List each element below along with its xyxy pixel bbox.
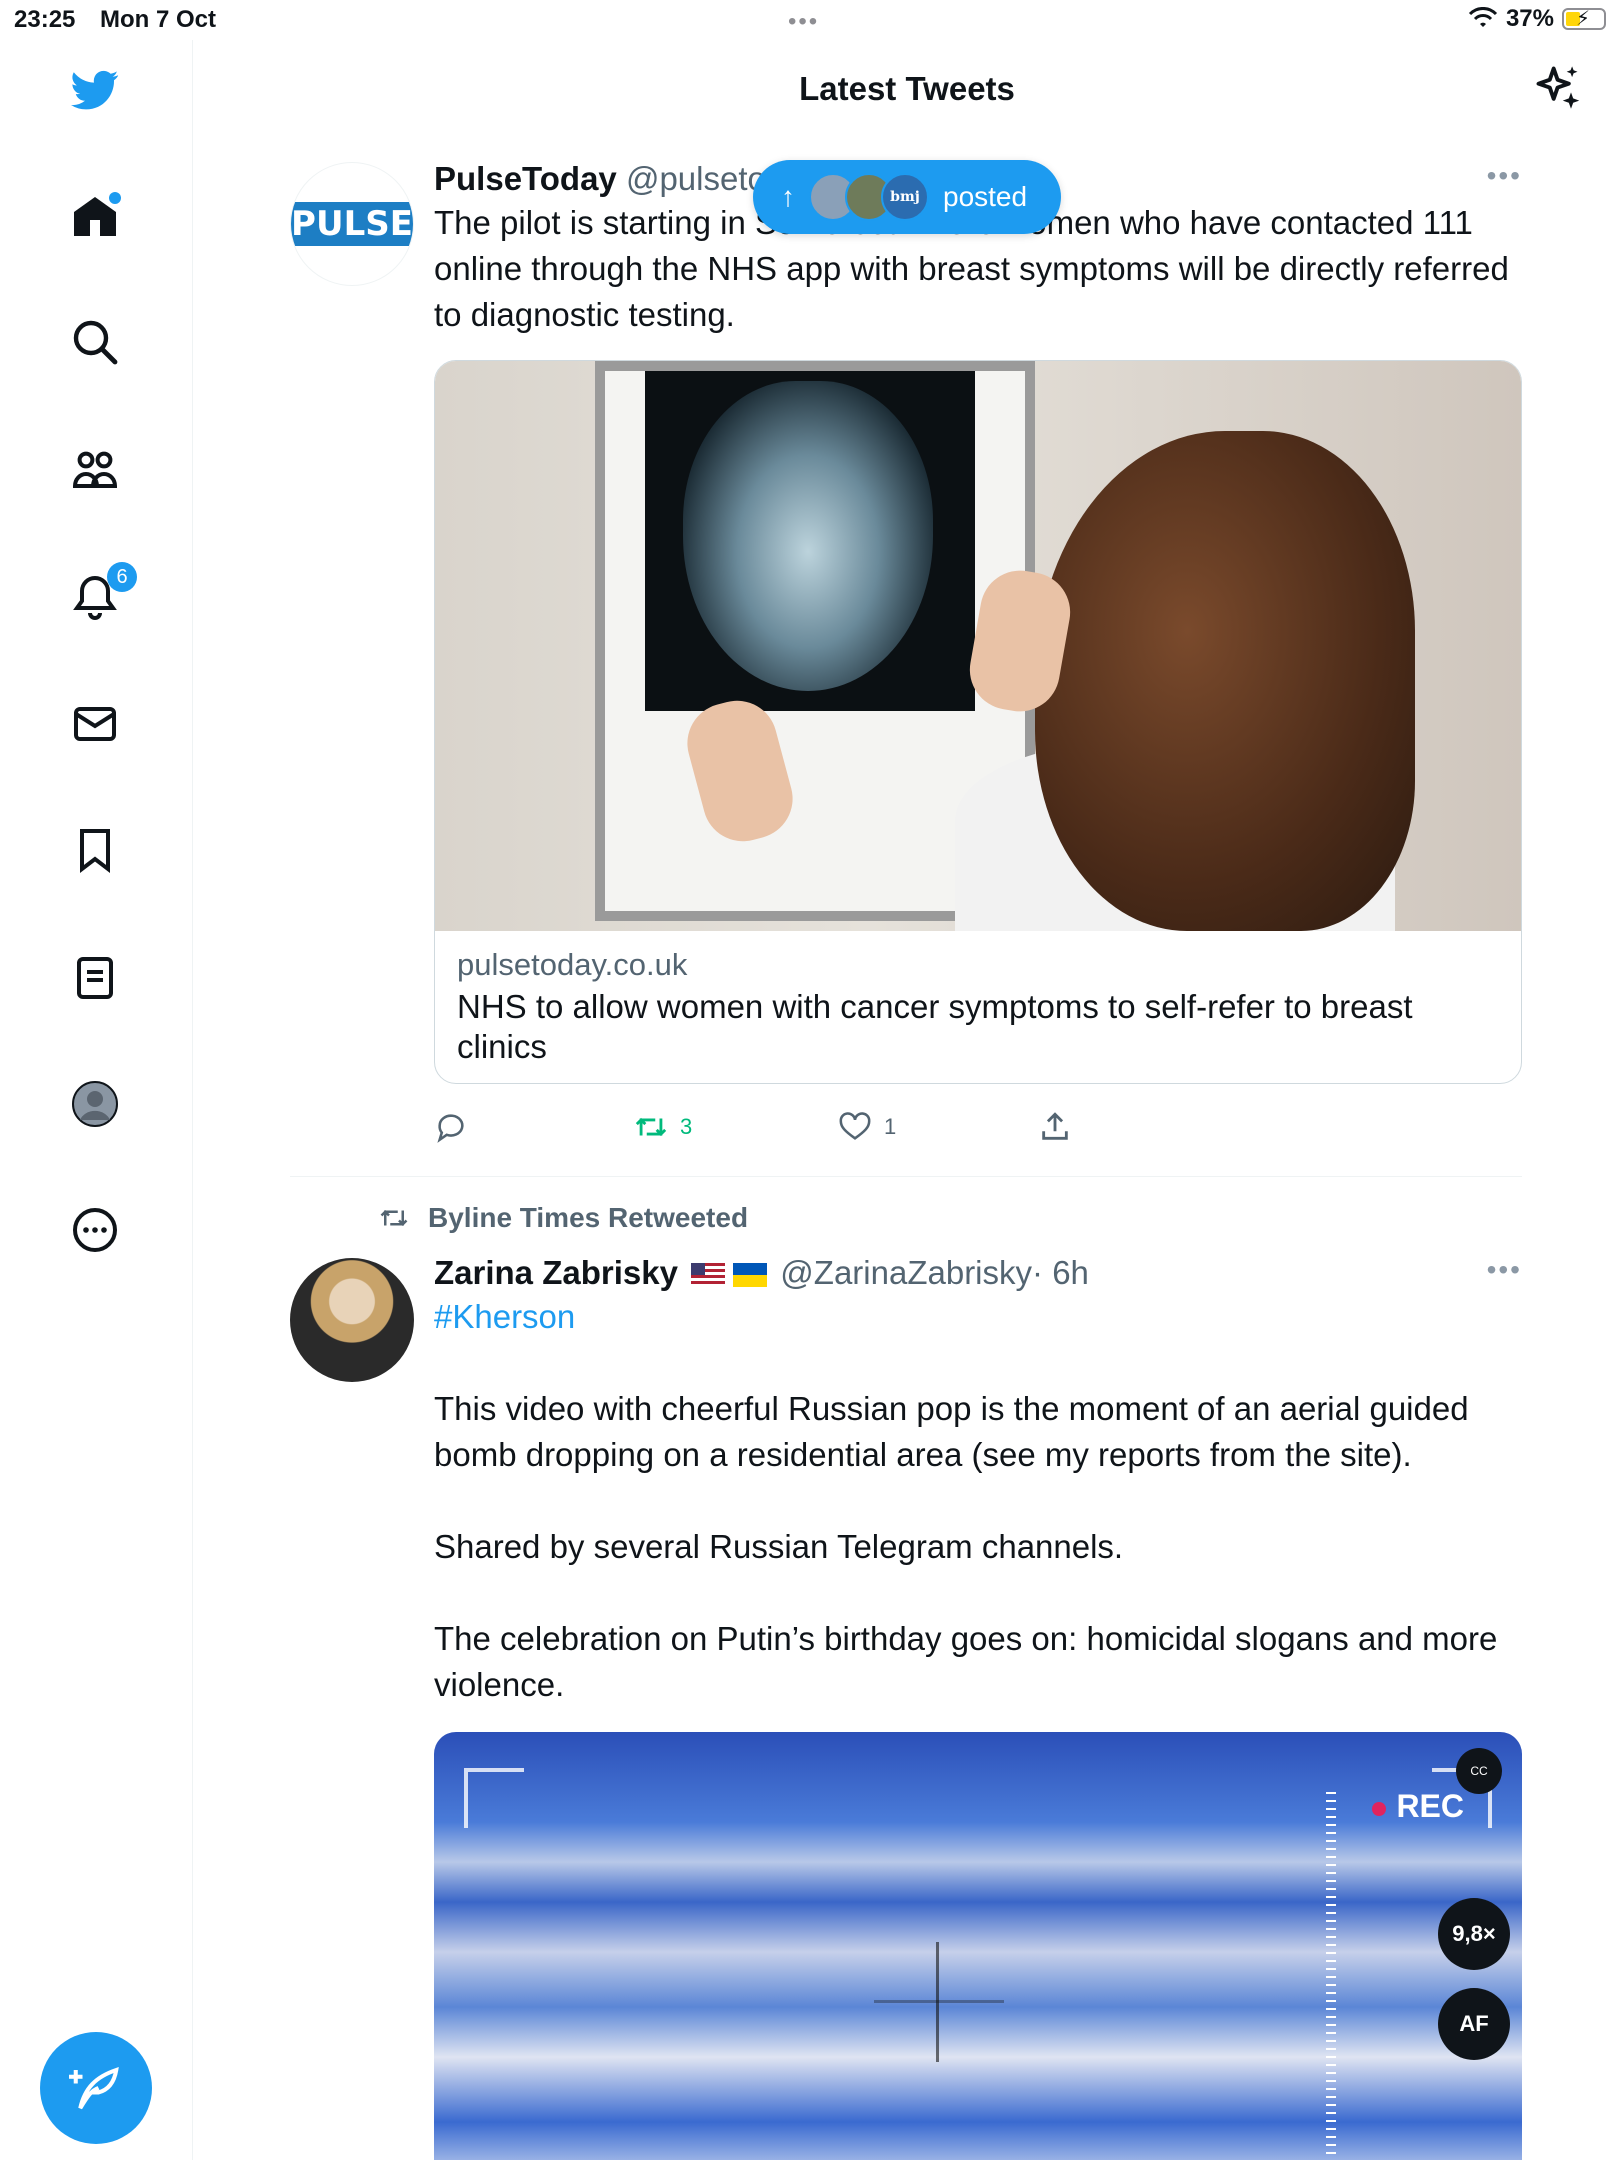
- bird-icon: [71, 70, 119, 110]
- search-icon: [73, 320, 118, 365]
- like-count: 1: [884, 1114, 897, 1139]
- zoom-scale: [1326, 1792, 1336, 2160]
- reply-icon: [437, 1114, 464, 1143]
- tweet-paragraph: Shared by several Russian Telegram chann…: [434, 1528, 1124, 1565]
- status-right: 37% ⚡: [1468, 5, 1606, 33]
- tweet-header: Zarina Zabrisky @ZarinaZabrisky· 6h: [434, 1254, 1522, 1292]
- avatar: bmj: [881, 173, 929, 221]
- sidebar-item-profile[interactable]: [55, 1064, 135, 1144]
- status-date: Mon 7 Oct: [100, 6, 217, 33]
- af-label: AF: [1438, 1988, 1510, 2060]
- sidebar-item-explore[interactable]: [55, 302, 135, 382]
- card-title: NHS to allow women with cancer symptoms …: [457, 988, 1413, 1065]
- captions-button[interactable]: CC: [1456, 1748, 1502, 1794]
- multitasking-dots-icon[interactable]: •••: [788, 8, 819, 36]
- handle[interactable]: @pulseto: [626, 160, 766, 197]
- sidebar-item-home[interactable]: [55, 176, 135, 256]
- heart-icon: [839, 1112, 871, 1140]
- us-flag-icon: [691, 1263, 726, 1288]
- avatar-icon: [72, 1081, 118, 1127]
- wifi-icon: [1468, 7, 1498, 27]
- sidebar-item-communities[interactable]: [55, 430, 135, 510]
- pulse-logo: PULSE: [291, 202, 413, 246]
- mail-icon: [74, 707, 116, 741]
- retweet-icon: [380, 1209, 408, 1227]
- tweet-paragraph: This video with cheerful Russian pop is …: [434, 1390, 1469, 1473]
- status-bar: 23:25 Mon 7 Oct ••• 37% ⚡: [0, 0, 1620, 40]
- list-icon: [77, 957, 113, 999]
- arrow-up-icon: ↑: [781, 181, 795, 212]
- status-time: 23:25: [14, 6, 76, 33]
- retweet-count: 3: [680, 1114, 693, 1139]
- reply-button[interactable]: [434, 1110, 468, 1144]
- card-image: [435, 361, 1521, 931]
- avatar[interactable]: [290, 1258, 414, 1382]
- people-icon: [72, 451, 118, 488]
- card-domain: pulsetoday.co.uk: [457, 947, 688, 982]
- share-button[interactable]: [1038, 1110, 1072, 1144]
- bookmark-icon: [80, 829, 110, 874]
- display-name[interactable]: Zarina Zabrisky: [434, 1254, 678, 1291]
- tweet[interactable]: Byline Times Retweeted Zarina Zabrisky @…: [290, 1202, 1522, 2160]
- tweet-time[interactable]: · 6h: [1032, 1254, 1089, 1291]
- retweet-button[interactable]: 3: [634, 1110, 692, 1144]
- new-posts-pill[interactable]: ↑ bmj posted: [753, 160, 1061, 234]
- page-title: Latest Tweets: [799, 70, 1015, 107]
- display-name[interactable]: PulseToday: [434, 160, 617, 197]
- tweet-actions: 3 1: [434, 1098, 1522, 1158]
- handle[interactable]: @ZarinaZabrisky: [780, 1254, 1032, 1291]
- like-button[interactable]: 1: [838, 1110, 896, 1144]
- sidebar-item-notifications[interactable]: 6: [55, 556, 137, 636]
- pill-avatars: bmj: [809, 173, 929, 221]
- compose-tweet-icon: [69, 2067, 119, 2110]
- share-icon: [1042, 1112, 1068, 1140]
- sidebar-item-more[interactable]: [55, 1190, 135, 1270]
- tweet-divider: [290, 1176, 1522, 1177]
- sparkle-icon[interactable]: [1532, 62, 1584, 114]
- tweet-more-icon[interactable]: •••: [1487, 160, 1522, 192]
- zoom-label: 9,8×: [1438, 1898, 1510, 1970]
- link-card[interactable]: pulsetoday.co.uk NHS to allow women with…: [434, 360, 1522, 1084]
- battery-percent: 37%: [1505, 5, 1554, 32]
- video-player[interactable]: REC CC 9,8× AF: [434, 1732, 1522, 2160]
- avatar[interactable]: PULSE: [290, 162, 414, 286]
- home-unread-dot: [109, 192, 121, 204]
- timeline-header: Latest Tweets: [194, 40, 1620, 140]
- retweeted-by-label: Byline Times Retweeted: [428, 1202, 749, 1233]
- retweeted-by[interactable]: Byline Times Retweeted: [376, 1202, 748, 1234]
- tweet-paragraph: The celebration on Putin’s birthday goes…: [434, 1620, 1498, 1703]
- more-circle-icon: [73, 1208, 117, 1252]
- posted-label: posted: [943, 181, 1028, 212]
- ukraine-flag-icon: [733, 1263, 768, 1288]
- tweet-more-icon[interactable]: •••: [1487, 1254, 1522, 1286]
- notifications-badge: 6: [107, 562, 137, 592]
- compose-tweet-button[interactable]: [40, 2032, 152, 2144]
- retweet-icon: [635, 1117, 667, 1137]
- tweet[interactable]: PULSE PulseToday @pulseto ••• The pilot …: [290, 160, 1522, 1143]
- hashtag-link[interactable]: #Kherson: [434, 1294, 1522, 1340]
- sidebar-item-bookmarks[interactable]: [55, 810, 135, 890]
- twitter-logo[interactable]: [55, 50, 135, 130]
- rec-indicator: REC: [1372, 1788, 1464, 1825]
- sidebar-item-messages[interactable]: [55, 684, 135, 764]
- battery-charging-icon: ⚡: [1562, 8, 1606, 30]
- sidebar: 6: [0, 40, 193, 2160]
- sidebar-item-lists[interactable]: [55, 938, 135, 1018]
